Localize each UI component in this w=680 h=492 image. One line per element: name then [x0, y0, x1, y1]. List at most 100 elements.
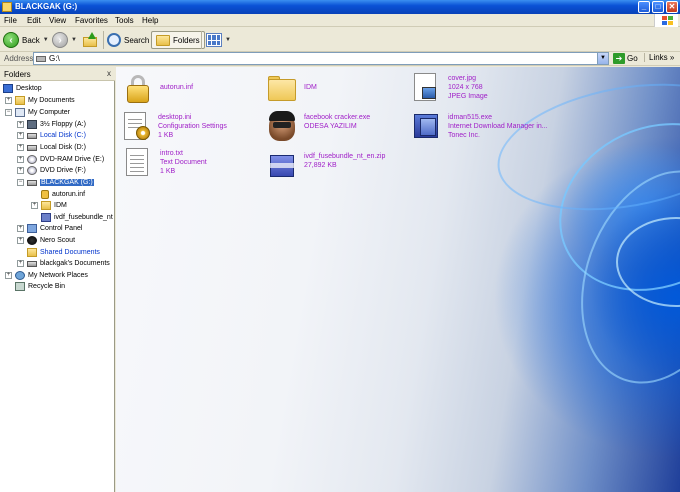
- file-item-intro-txt[interactable]: intro.txt Text Document 1 KB: [122, 146, 207, 178]
- file-company: Tonec Inc.: [448, 132, 480, 139]
- views-button[interactable]: ▼: [206, 31, 231, 49]
- folders-pane-title: Folders: [4, 70, 31, 79]
- links-button[interactable]: Links »: [644, 53, 674, 62]
- tree-item-local-disk-d[interactable]: Local Disk (D:): [27, 142, 86, 153]
- file-text: cover.jpg 1024 x 768 JPEG Image: [448, 74, 488, 101]
- maximize-button[interactable]: □: [652, 1, 664, 13]
- tree-label: 3½ Floppy (A:): [40, 121, 86, 128]
- drive-icon: [27, 179, 37, 186]
- file-item-autorun-inf[interactable]: autorun.inf: [122, 73, 193, 105]
- folders-pane-header: Folders x: [0, 67, 115, 81]
- file-item-idm[interactable]: IDM: [266, 73, 317, 105]
- menu-help[interactable]: Help: [142, 16, 158, 25]
- tree-item-autorun-inf[interactable]: autorun.inf: [41, 189, 85, 200]
- tree-item-recycle-bin[interactable]: Recycle Bin: [15, 281, 65, 292]
- tree-item-blackgak-g[interactable]: BLACKGAK (G:): [27, 177, 94, 188]
- tree-item-local-disk-c[interactable]: Local Disk (C:): [27, 130, 86, 141]
- go-arrow-icon: ➔: [613, 53, 625, 64]
- tree-item-idm[interactable]: IDM: [41, 200, 67, 211]
- forward-button[interactable]: › ▼: [52, 31, 77, 49]
- tree-item-control-panel[interactable]: Control Panel: [27, 223, 82, 234]
- file-name: facebook cracker.exe: [304, 114, 371, 121]
- close-button[interactable]: ✕: [666, 1, 678, 13]
- tree-item-blackgak-documents[interactable]: blackgak's Documents: [27, 258, 110, 269]
- tree-label: ivdf_fusebundle_nt: [54, 214, 113, 221]
- expand-toggle[interactable]: +: [17, 237, 24, 244]
- tree-label: Desktop: [16, 85, 42, 92]
- file-list-view[interactable]: autorun.inf IDM cover.jpg 1024 x 768 JPE…: [116, 67, 680, 492]
- views-icon: [206, 33, 222, 47]
- menu-edit[interactable]: Edit: [27, 16, 41, 25]
- expand-toggle[interactable]: +: [5, 272, 12, 279]
- chevron-down-icon[interactable]: ▼: [43, 37, 49, 43]
- file-name: cover.jpg: [448, 75, 477, 82]
- tree-label: Shared Documents: [40, 249, 100, 256]
- menu-favorites[interactable]: Favorites: [75, 16, 108, 25]
- search-button[interactable]: Search: [107, 31, 149, 49]
- file-item-cover-jpg[interactable]: cover.jpg 1024 x 768 JPEG Image: [410, 71, 488, 103]
- minimize-button[interactable]: _: [638, 1, 650, 13]
- search-icon: [107, 33, 121, 47]
- masked-face-icon: [266, 110, 298, 142]
- up-folder-icon: [82, 32, 98, 48]
- file-text: facebook cracker.exe ODESA YAZILIM: [304, 113, 370, 131]
- file-name: IDM: [304, 84, 317, 91]
- file-description: Internet Download Manager in...: [448, 123, 548, 130]
- menu-tools[interactable]: Tools: [115, 16, 134, 25]
- tree-item-shared-documents[interactable]: Shared Documents: [27, 247, 100, 258]
- tree-item-my-documents[interactable]: My Documents: [15, 95, 75, 106]
- address-path[interactable]: G:\: [49, 54, 60, 63]
- expand-toggle[interactable]: +: [17, 132, 24, 139]
- menu-file[interactable]: File: [4, 16, 17, 25]
- address-input[interactable]: G:\ ▼: [33, 52, 609, 65]
- tree-item-nero-scout[interactable]: Nero Scout: [27, 235, 75, 246]
- collapse-toggle[interactable]: −: [5, 109, 12, 116]
- links-label: Links: [649, 53, 668, 62]
- collapse-toggle[interactable]: −: [17, 179, 24, 186]
- expand-toggle[interactable]: +: [17, 260, 24, 267]
- folders-button[interactable]: Folders: [151, 31, 205, 49]
- file-size: 1 KB: [160, 168, 176, 175]
- tree-item-desktop[interactable]: Desktop: [3, 83, 42, 94]
- tree-item-my-computer[interactable]: My Computer: [15, 107, 70, 118]
- expand-toggle[interactable]: +: [17, 225, 24, 232]
- expand-toggle[interactable]: +: [17, 144, 24, 151]
- close-pane-button[interactable]: x: [107, 69, 111, 78]
- file-item-ivdf-zip[interactable]: ivdf_fusebundle_nt_en.zip 27,892 KB: [266, 149, 385, 181]
- file-text: IDM: [304, 76, 317, 92]
- tree-item-dvd-ram-drive[interactable]: DVD-RAM Drive (E:): [27, 154, 104, 165]
- chevron-down-icon[interactable]: ▼: [597, 53, 608, 64]
- file-company: ODESA YAZILIM: [304, 123, 357, 130]
- menu-view[interactable]: View: [49, 16, 66, 25]
- toolbar-separator: [103, 31, 104, 49]
- expand-toggle[interactable]: +: [5, 97, 12, 104]
- tree-label: My Network Places: [28, 272, 88, 279]
- expand-toggle[interactable]: +: [17, 121, 24, 128]
- file-item-facebook-cracker-exe[interactable]: facebook cracker.exe ODESA YAZILIM: [266, 110, 370, 142]
- chevron-down-icon[interactable]: ▼: [71, 37, 77, 43]
- title-bar[interactable]: BLACKGAK (G:) _ □ ✕: [0, 0, 680, 14]
- settings-file-icon: [120, 110, 152, 142]
- tree-label: Recycle Bin: [28, 283, 65, 290]
- expand-toggle[interactable]: +: [17, 167, 24, 174]
- tree-label: DVD-RAM Drive (E:): [40, 156, 105, 163]
- expand-toggle[interactable]: +: [17, 156, 24, 163]
- tree-item-ivdf-fusebundle[interactable]: ivdf_fusebundle_nt: [41, 212, 113, 223]
- file-item-idman-exe[interactable]: idman515.exe Internet Download Manager i…: [410, 110, 548, 142]
- zip-icon: [41, 213, 51, 222]
- tree-item-dvd-drive[interactable]: DVD Drive (F:): [27, 165, 86, 176]
- go-button[interactable]: ➔ Go: [613, 53, 638, 64]
- expand-toggle[interactable]: +: [31, 202, 38, 209]
- recycle-bin-icon: [15, 282, 25, 291]
- back-button[interactable]: ‹ Back ▼: [3, 31, 49, 49]
- file-item-desktop-ini[interactable]: desktop.ini Configuration Settings 1 KB: [120, 110, 227, 142]
- drive-icon: [2, 2, 12, 12]
- tree-item-floppy[interactable]: 3½ Floppy (A:): [27, 119, 86, 130]
- chevron-double-right-icon: »: [669, 53, 675, 62]
- chevron-down-icon[interactable]: ▼: [225, 37, 231, 43]
- image-icon: [410, 71, 442, 103]
- folders-label: Folders: [173, 35, 200, 45]
- tree-label: Control Panel: [40, 225, 83, 232]
- up-folder-button[interactable]: [82, 31, 98, 49]
- tree-item-my-network-places[interactable]: My Network Places: [15, 270, 88, 281]
